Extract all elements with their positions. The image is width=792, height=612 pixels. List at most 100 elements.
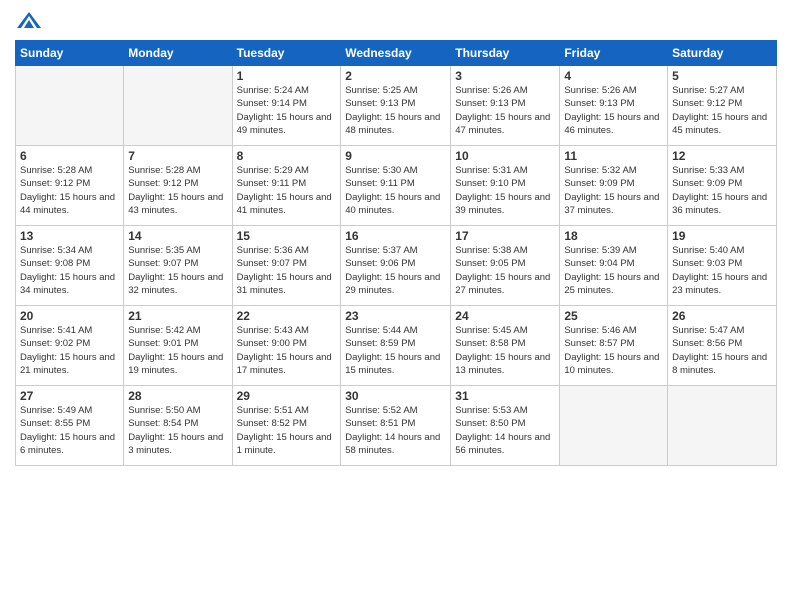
week-row-3: 13Sunrise: 5:34 AM Sunset: 9:08 PM Dayli…	[16, 226, 777, 306]
day-number: 10	[455, 149, 555, 163]
day-info: Sunrise: 5:32 AM Sunset: 9:09 PM Dayligh…	[564, 164, 663, 217]
calendar-cell: 18Sunrise: 5:39 AM Sunset: 9:04 PM Dayli…	[560, 226, 668, 306]
calendar-cell: 4Sunrise: 5:26 AM Sunset: 9:13 PM Daylig…	[560, 66, 668, 146]
day-info: Sunrise: 5:43 AM Sunset: 9:00 PM Dayligh…	[237, 324, 337, 377]
day-number: 11	[564, 149, 663, 163]
day-number: 28	[128, 389, 227, 403]
weekday-header-thursday: Thursday	[451, 41, 560, 66]
calendar-cell: 9Sunrise: 5:30 AM Sunset: 9:11 PM Daylig…	[341, 146, 451, 226]
calendar-cell: 23Sunrise: 5:44 AM Sunset: 8:59 PM Dayli…	[341, 306, 451, 386]
day-number: 21	[128, 309, 227, 323]
day-number: 19	[672, 229, 772, 243]
calendar-cell: 31Sunrise: 5:53 AM Sunset: 8:50 PM Dayli…	[451, 386, 560, 466]
day-number: 8	[237, 149, 337, 163]
day-info: Sunrise: 5:40 AM Sunset: 9:03 PM Dayligh…	[672, 244, 772, 297]
day-number: 3	[455, 69, 555, 83]
day-info: Sunrise: 5:28 AM Sunset: 9:12 PM Dayligh…	[128, 164, 227, 217]
day-number: 14	[128, 229, 227, 243]
calendar-cell: 8Sunrise: 5:29 AM Sunset: 9:11 PM Daylig…	[232, 146, 341, 226]
day-info: Sunrise: 5:31 AM Sunset: 9:10 PM Dayligh…	[455, 164, 555, 217]
day-info: Sunrise: 5:53 AM Sunset: 8:50 PM Dayligh…	[455, 404, 555, 457]
calendar-cell: 20Sunrise: 5:41 AM Sunset: 9:02 PM Dayli…	[16, 306, 124, 386]
calendar-cell: 22Sunrise: 5:43 AM Sunset: 9:00 PM Dayli…	[232, 306, 341, 386]
day-info: Sunrise: 5:45 AM Sunset: 8:58 PM Dayligh…	[455, 324, 555, 377]
calendar-cell	[560, 386, 668, 466]
day-number: 7	[128, 149, 227, 163]
calendar-cell: 16Sunrise: 5:37 AM Sunset: 9:06 PM Dayli…	[341, 226, 451, 306]
calendar-cell: 28Sunrise: 5:50 AM Sunset: 8:54 PM Dayli…	[124, 386, 232, 466]
day-info: Sunrise: 5:52 AM Sunset: 8:51 PM Dayligh…	[345, 404, 446, 457]
calendar-cell: 29Sunrise: 5:51 AM Sunset: 8:52 PM Dayli…	[232, 386, 341, 466]
calendar-cell: 25Sunrise: 5:46 AM Sunset: 8:57 PM Dayli…	[560, 306, 668, 386]
week-row-1: 1Sunrise: 5:24 AM Sunset: 9:14 PM Daylig…	[16, 66, 777, 146]
calendar-cell: 30Sunrise: 5:52 AM Sunset: 8:51 PM Dayli…	[341, 386, 451, 466]
calendar-cell: 19Sunrise: 5:40 AM Sunset: 9:03 PM Dayli…	[668, 226, 777, 306]
calendar-cell: 24Sunrise: 5:45 AM Sunset: 8:58 PM Dayli…	[451, 306, 560, 386]
day-info: Sunrise: 5:25 AM Sunset: 9:13 PM Dayligh…	[345, 84, 446, 137]
day-number: 31	[455, 389, 555, 403]
calendar-cell: 11Sunrise: 5:32 AM Sunset: 9:09 PM Dayli…	[560, 146, 668, 226]
day-info: Sunrise: 5:46 AM Sunset: 8:57 PM Dayligh…	[564, 324, 663, 377]
calendar-cell: 15Sunrise: 5:36 AM Sunset: 9:07 PM Dayli…	[232, 226, 341, 306]
week-row-5: 27Sunrise: 5:49 AM Sunset: 8:55 PM Dayli…	[16, 386, 777, 466]
day-number: 4	[564, 69, 663, 83]
calendar-cell: 17Sunrise: 5:38 AM Sunset: 9:05 PM Dayli…	[451, 226, 560, 306]
week-row-2: 6Sunrise: 5:28 AM Sunset: 9:12 PM Daylig…	[16, 146, 777, 226]
day-info: Sunrise: 5:24 AM Sunset: 9:14 PM Dayligh…	[237, 84, 337, 137]
day-info: Sunrise: 5:33 AM Sunset: 9:09 PM Dayligh…	[672, 164, 772, 217]
day-info: Sunrise: 5:36 AM Sunset: 9:07 PM Dayligh…	[237, 244, 337, 297]
day-number: 2	[345, 69, 446, 83]
day-number: 20	[20, 309, 119, 323]
day-number: 17	[455, 229, 555, 243]
weekday-header-row: SundayMondayTuesdayWednesdayThursdayFrid…	[16, 41, 777, 66]
day-number: 16	[345, 229, 446, 243]
day-info: Sunrise: 5:28 AM Sunset: 9:12 PM Dayligh…	[20, 164, 119, 217]
calendar-cell	[124, 66, 232, 146]
calendar-cell: 12Sunrise: 5:33 AM Sunset: 9:09 PM Dayli…	[668, 146, 777, 226]
calendar-cell: 5Sunrise: 5:27 AM Sunset: 9:12 PM Daylig…	[668, 66, 777, 146]
day-info: Sunrise: 5:30 AM Sunset: 9:11 PM Dayligh…	[345, 164, 446, 217]
day-info: Sunrise: 5:41 AM Sunset: 9:02 PM Dayligh…	[20, 324, 119, 377]
page: SundayMondayTuesdayWednesdayThursdayFrid…	[0, 0, 792, 612]
header	[15, 10, 777, 32]
day-info: Sunrise: 5:47 AM Sunset: 8:56 PM Dayligh…	[672, 324, 772, 377]
calendar-cell	[16, 66, 124, 146]
calendar-cell	[668, 386, 777, 466]
day-info: Sunrise: 5:27 AM Sunset: 9:12 PM Dayligh…	[672, 84, 772, 137]
day-info: Sunrise: 5:51 AM Sunset: 8:52 PM Dayligh…	[237, 404, 337, 457]
day-info: Sunrise: 5:35 AM Sunset: 9:07 PM Dayligh…	[128, 244, 227, 297]
day-number: 9	[345, 149, 446, 163]
logo-icon	[15, 10, 43, 32]
weekday-header-saturday: Saturday	[668, 41, 777, 66]
logo	[15, 10, 45, 32]
day-info: Sunrise: 5:44 AM Sunset: 8:59 PM Dayligh…	[345, 324, 446, 377]
calendar-cell: 13Sunrise: 5:34 AM Sunset: 9:08 PM Dayli…	[16, 226, 124, 306]
weekday-header-sunday: Sunday	[16, 41, 124, 66]
day-info: Sunrise: 5:50 AM Sunset: 8:54 PM Dayligh…	[128, 404, 227, 457]
day-number: 24	[455, 309, 555, 323]
day-number: 5	[672, 69, 772, 83]
day-number: 29	[237, 389, 337, 403]
calendar: SundayMondayTuesdayWednesdayThursdayFrid…	[15, 40, 777, 466]
day-info: Sunrise: 5:49 AM Sunset: 8:55 PM Dayligh…	[20, 404, 119, 457]
day-info: Sunrise: 5:34 AM Sunset: 9:08 PM Dayligh…	[20, 244, 119, 297]
calendar-cell: 7Sunrise: 5:28 AM Sunset: 9:12 PM Daylig…	[124, 146, 232, 226]
day-info: Sunrise: 5:39 AM Sunset: 9:04 PM Dayligh…	[564, 244, 663, 297]
day-number: 22	[237, 309, 337, 323]
day-info: Sunrise: 5:38 AM Sunset: 9:05 PM Dayligh…	[455, 244, 555, 297]
calendar-cell: 1Sunrise: 5:24 AM Sunset: 9:14 PM Daylig…	[232, 66, 341, 146]
day-info: Sunrise: 5:29 AM Sunset: 9:11 PM Dayligh…	[237, 164, 337, 217]
calendar-cell: 14Sunrise: 5:35 AM Sunset: 9:07 PM Dayli…	[124, 226, 232, 306]
calendar-cell: 2Sunrise: 5:25 AM Sunset: 9:13 PM Daylig…	[341, 66, 451, 146]
day-number: 25	[564, 309, 663, 323]
day-number: 12	[672, 149, 772, 163]
day-number: 13	[20, 229, 119, 243]
day-info: Sunrise: 5:42 AM Sunset: 9:01 PM Dayligh…	[128, 324, 227, 377]
day-number: 26	[672, 309, 772, 323]
weekday-header-friday: Friday	[560, 41, 668, 66]
day-number: 6	[20, 149, 119, 163]
day-number: 1	[237, 69, 337, 83]
day-number: 15	[237, 229, 337, 243]
calendar-cell: 6Sunrise: 5:28 AM Sunset: 9:12 PM Daylig…	[16, 146, 124, 226]
calendar-cell: 10Sunrise: 5:31 AM Sunset: 9:10 PM Dayli…	[451, 146, 560, 226]
